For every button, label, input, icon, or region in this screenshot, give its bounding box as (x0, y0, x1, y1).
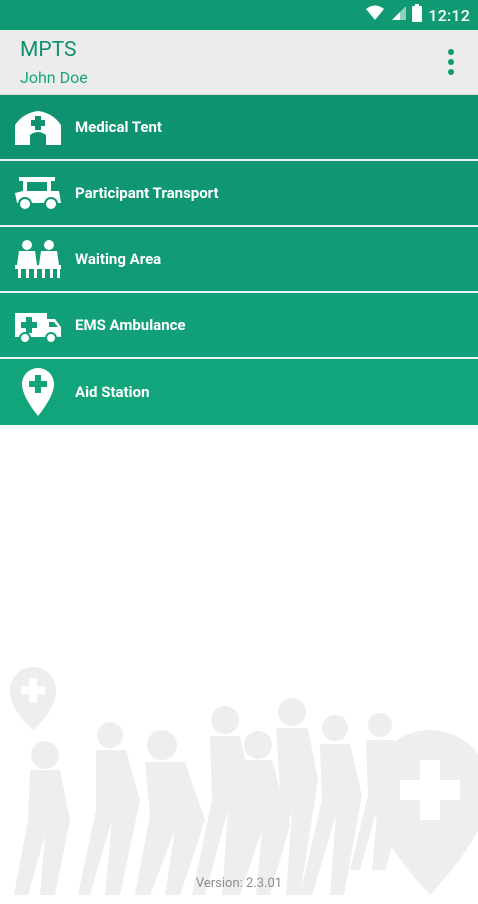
menu-item-medical-tent[interactable]: Medical Tent (0, 95, 478, 161)
user-name: John Doe (20, 68, 88, 87)
overflow-menu-icon[interactable] (444, 48, 458, 76)
menu-list: Medical Tent Participant Transport Waiti… (0, 95, 478, 425)
wifi-icon (366, 5, 385, 25)
version-text: Version: 2.3.01 (195, 876, 283, 891)
menu-item-participant-transport[interactable]: Participant Transport (0, 161, 478, 227)
app-title: MPTS (20, 38, 77, 62)
menu-item-ems-ambulance[interactable]: EMS Ambulance (0, 293, 478, 359)
waiting-area-icon (0, 227, 75, 291)
ambulance-icon (0, 293, 75, 357)
battery-icon (412, 4, 423, 26)
menu-item-waiting-area[interactable]: Waiting Area (0, 227, 478, 293)
status-icons: 12:12 (366, 4, 470, 26)
app-bar: MPTS John Doe (0, 30, 478, 95)
menu-item-label: Aid Station (75, 383, 150, 401)
medical-tent-icon (0, 95, 75, 159)
status-bar: 12:12 (0, 0, 478, 30)
menu-item-aid-station[interactable]: Aid Station (0, 359, 478, 425)
signal-icon (390, 5, 407, 25)
menu-item-label: Medical Tent (75, 118, 162, 136)
menu-item-label: Waiting Area (75, 250, 162, 268)
golf-cart-icon (0, 161, 75, 225)
menu-item-label: EMS Ambulance (75, 316, 186, 334)
aid-station-icon (0, 360, 75, 424)
runners-background-illustration (0, 650, 478, 900)
status-time: 12:12 (428, 5, 470, 25)
menu-item-label: Participant Transport (75, 184, 219, 202)
